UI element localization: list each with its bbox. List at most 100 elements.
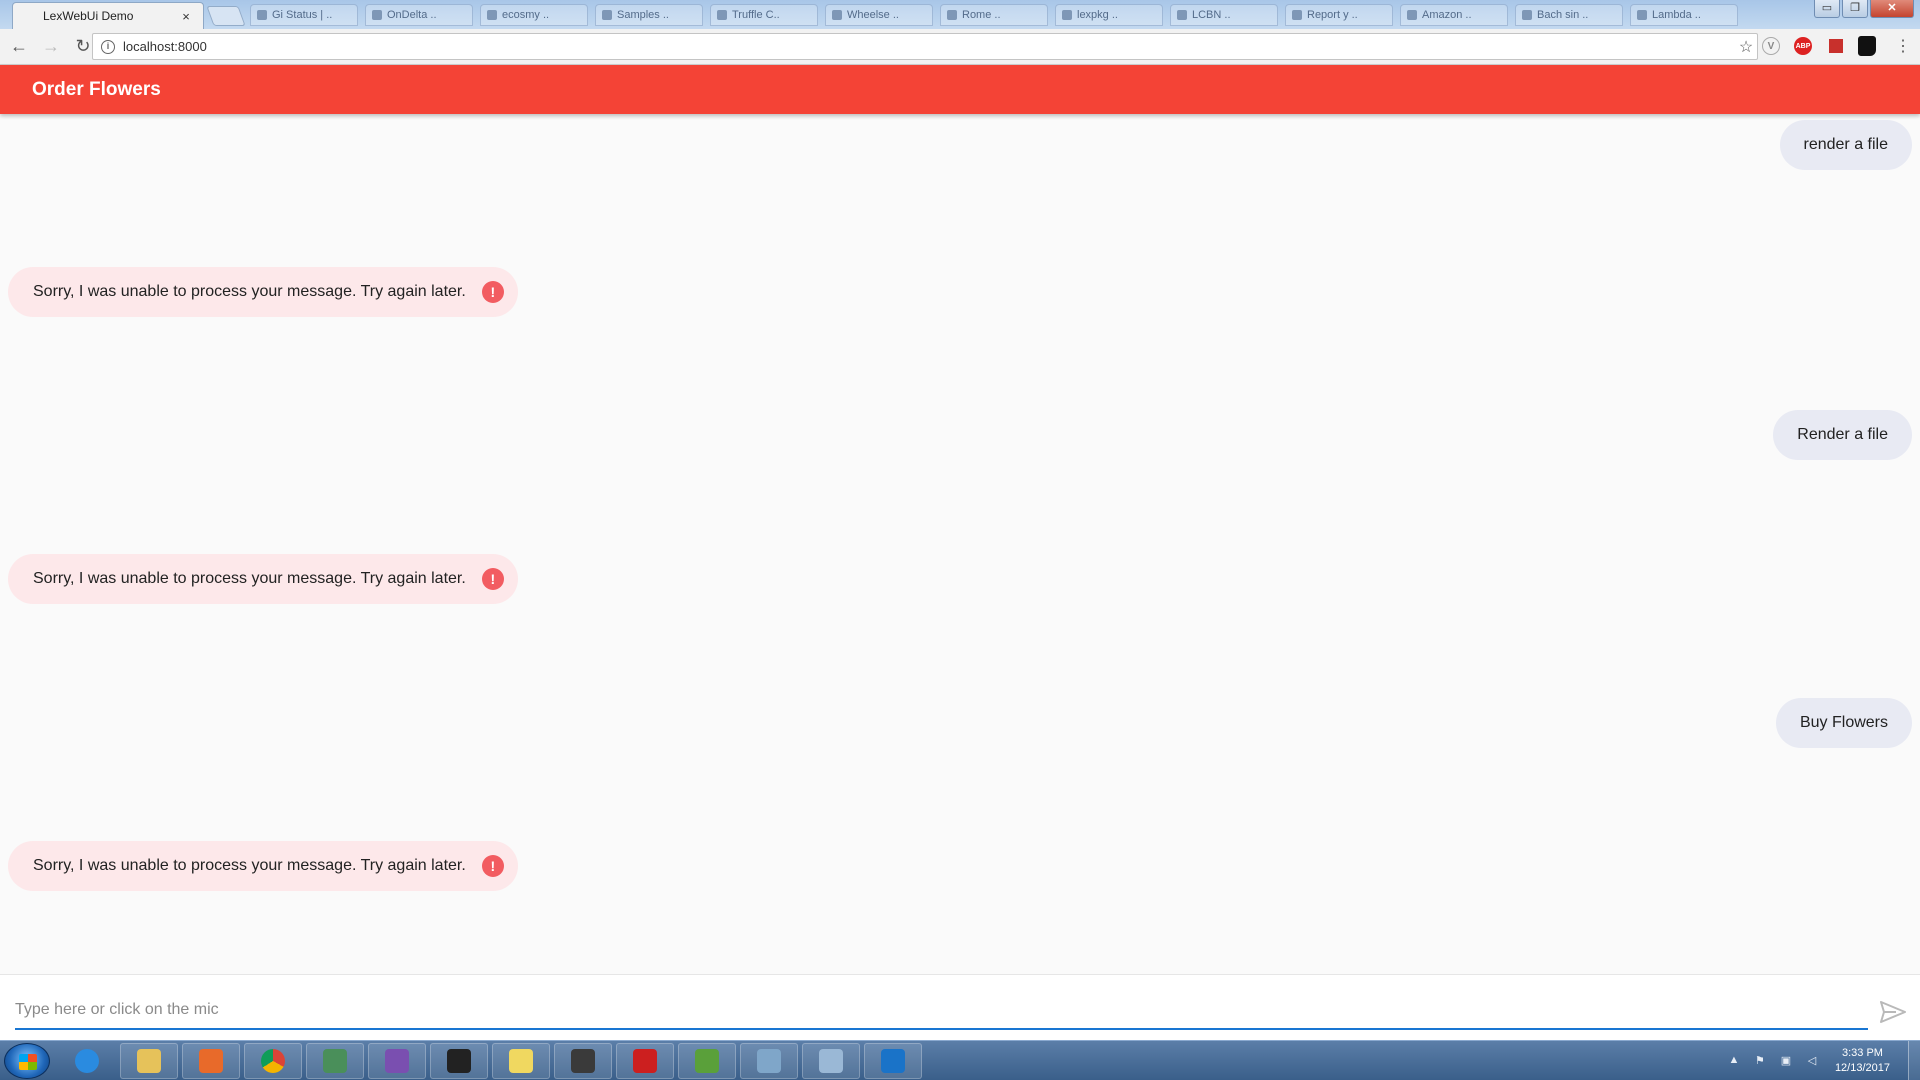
error-icon: !: [481, 568, 504, 590]
media-player-icon[interactable]: [182, 1043, 240, 1079]
restore-icon[interactable]: ❐: [1842, 0, 1868, 18]
tab-title: Truffle C..: [732, 9, 780, 21]
document-icon-glyph: [819, 1049, 843, 1073]
v-extension-icon[interactable]: V: [1762, 37, 1780, 55]
media-player-icon-glyph: [199, 1049, 223, 1073]
internet-explorer-icon[interactable]: [58, 1043, 116, 1079]
new-tab-button[interactable]: [206, 6, 246, 26]
chat-text-input[interactable]: [15, 1001, 1868, 1019]
command-prompt-icon[interactable]: [430, 1043, 488, 1079]
app-window-icon[interactable]: [306, 1043, 364, 1079]
command-prompt-icon-glyph: [447, 1049, 471, 1073]
acrobat-icon-glyph: [633, 1049, 657, 1073]
site-info-icon[interactable]: i: [101, 39, 115, 54]
task-manager-icon[interactable]: [678, 1043, 736, 1079]
message-text: Render a file: [1797, 426, 1888, 443]
browser-tab[interactable]: Amazon ..: [1400, 4, 1508, 26]
system-clock[interactable]: 3:33 PM 12/13/2017: [1835, 1046, 1890, 1076]
browser-tab[interactable]: Truffle C..: [710, 4, 818, 26]
message-text: Sorry, I was unable to process your mess…: [33, 570, 466, 587]
error-icon: !: [481, 281, 504, 303]
wordpress-icon[interactable]: [554, 1043, 612, 1079]
browser-menu-icon[interactable]: ⋮: [1892, 35, 1914, 57]
message-text: Sorry, I was unable to process your mess…: [33, 283, 466, 300]
tray-expand-icon[interactable]: ▲: [1726, 1054, 1742, 1068]
human-message: render a file: [1779, 120, 1912, 170]
internet-explorer-icon-glyph: [75, 1049, 99, 1073]
visual-studio-icon[interactable]: [368, 1043, 426, 1079]
task-manager-icon-glyph: [695, 1049, 719, 1073]
document-icon[interactable]: [802, 1043, 860, 1079]
message-text: Sorry, I was unable to process your mess…: [33, 857, 466, 874]
browser-tab[interactable]: Lambda ..: [1630, 4, 1738, 26]
back-arrow-icon[interactable]: ←: [6, 34, 32, 60]
windows-taskbar: ▲ ⚑ ▣ ◁ 3:33 PM 12/13/2017: [0, 1040, 1920, 1080]
teamviewer-icon[interactable]: [864, 1043, 922, 1079]
send-icon[interactable]: [1878, 997, 1908, 1027]
clock-time: 3:33 PM: [1841, 1047, 1883, 1059]
start-button[interactable]: [4, 1043, 50, 1079]
message-list: render a file Sorry, I was unable to pro…: [0, 114, 1920, 974]
sticky-notes-icon[interactable]: [492, 1043, 550, 1079]
volume-muted-icon[interactable]: ◁: [1804, 1054, 1820, 1068]
show-desktop-button[interactable]: [1908, 1041, 1920, 1080]
bot-message: Sorry, I was unable to process your mess…: [8, 554, 518, 604]
app-toolbar: Order Flowers: [0, 65, 1920, 114]
clock-date: 12/13/2017: [1834, 1062, 1890, 1074]
browser-tab[interactable]: Wheelse ..: [825, 4, 933, 26]
tab-title: OnDelta ..: [387, 9, 437, 21]
minimize-icon[interactable]: ▭: [1814, 0, 1840, 18]
tab-title: Samples ..: [617, 9, 669, 21]
tab-title: LexWebUi Demo: [43, 9, 134, 23]
tab-title: LCBN ..: [1192, 9, 1231, 21]
adblock-extension-icon[interactable]: ABP: [1794, 37, 1812, 55]
bot-message: Sorry, I was unable to process your mess…: [8, 267, 518, 317]
chrome-icon-glyph: [261, 1049, 285, 1073]
browser-tab[interactable]: LCBN ..: [1170, 4, 1278, 26]
black-extension-icon[interactable]: [1856, 35, 1878, 57]
browser-tab[interactable]: Gi Status | ..: [250, 4, 358, 26]
file-explorer-icon-glyph: [137, 1049, 161, 1073]
network-icon[interactable]: ▣: [1778, 1054, 1794, 1068]
action-center-flag-icon[interactable]: ⚑: [1752, 1054, 1768, 1068]
favicon-icon: [1522, 10, 1532, 20]
system-tray: ▲ ⚑ ▣ ◁ 3:33 PM 12/13/2017: [1721, 1041, 1920, 1080]
visual-studio-icon-glyph: [385, 1049, 409, 1073]
calculator-icon[interactable]: [740, 1043, 798, 1079]
forward-arrow-icon[interactable]: →: [38, 34, 64, 60]
tab-close-icon[interactable]: ×: [179, 9, 193, 24]
favicon-icon: [257, 10, 267, 20]
browser-tab[interactable]: Report y ..: [1285, 4, 1393, 26]
browser-tab[interactable]: ecosmy ..: [480, 4, 588, 26]
url-text[interactable]: localhost:8000: [123, 39, 1735, 54]
input-toolbar: [0, 974, 1920, 1040]
browser-tab-strip: LexWebUi Demo × Gi Status | .. OnDelta ..…: [0, 0, 1920, 29]
browser-tab[interactable]: OnDelta ..: [365, 4, 473, 26]
sticky-notes-icon-glyph: [509, 1049, 533, 1073]
browser-tab[interactable]: Samples ..: [595, 4, 703, 26]
favicon-icon: [947, 10, 957, 20]
browser-tab[interactable]: Bach sin ..: [1515, 4, 1623, 26]
human-message: Render a file: [1773, 410, 1912, 460]
favicon-icon: [717, 10, 727, 20]
browser-toolbar: ← → ↻ i localhost:8000 ☆ V ABP ⋮: [0, 29, 1920, 65]
favicon-icon: [372, 10, 382, 20]
file-explorer-icon[interactable]: [120, 1043, 178, 1079]
favicon-icon: [1407, 10, 1417, 20]
message-text: render a file: [1803, 136, 1889, 153]
chrome-icon[interactable]: [244, 1043, 302, 1079]
close-window-icon[interactable]: ✕: [1870, 0, 1914, 18]
bookmark-star-icon[interactable]: ☆: [1735, 37, 1757, 57]
address-bar[interactable]: i localhost:8000 ☆: [92, 33, 1758, 60]
favicon-icon: [1637, 10, 1647, 20]
browser-tab[interactable]: lexpkg ..: [1055, 4, 1163, 26]
browser-tab[interactable]: Rome ..: [940, 4, 1048, 26]
tab-lexwebui-demo[interactable]: LexWebUi Demo ×: [12, 2, 204, 29]
red-extension-icon[interactable]: [1825, 35, 1847, 57]
favicon-icon: [832, 10, 842, 20]
acrobat-icon[interactable]: [616, 1043, 674, 1079]
favicon-icon: [1062, 10, 1072, 20]
tab-title: ecosmy ..: [502, 9, 550, 21]
tab-title: Wheelse ..: [847, 9, 899, 21]
text-input-container: [15, 992, 1868, 1030]
